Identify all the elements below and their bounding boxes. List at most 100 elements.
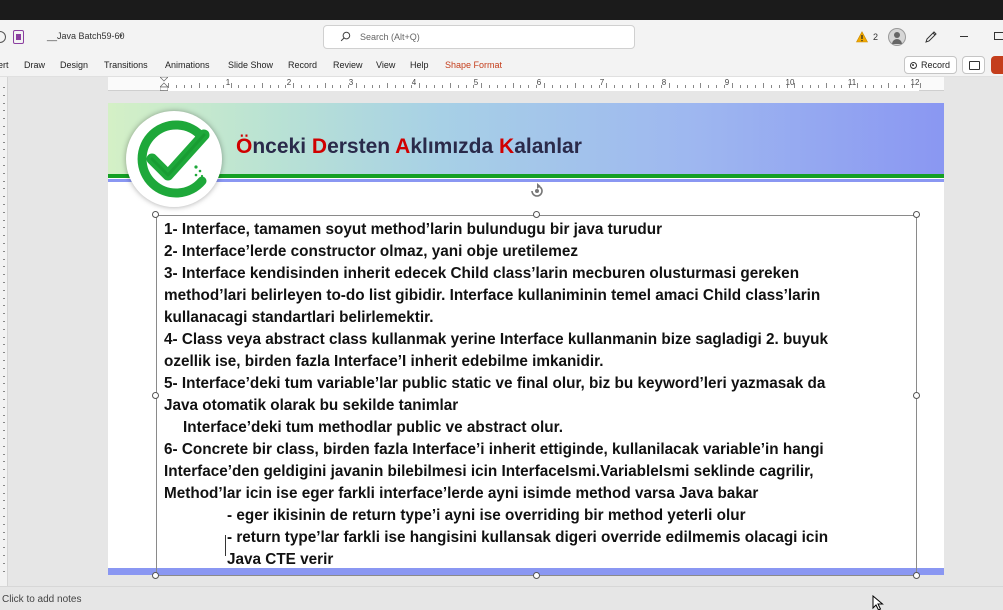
vertical-ruler-tick (3, 282, 5, 283)
vertical-ruler-tick (3, 367, 5, 369)
vertical-ruler-tick (3, 562, 5, 564)
warning-icon[interactable] (856, 31, 868, 43)
ruler-tick (802, 85, 804, 88)
slide-title[interactable]: Önceki Dersten Aklımızda Kalanlar (236, 135, 582, 159)
resize-handle[interactable] (913, 572, 920, 579)
ruler-tick (442, 85, 444, 88)
ruler-number: 7 (599, 78, 605, 87)
ruler-tick (700, 83, 702, 88)
resize-handle[interactable] (152, 572, 159, 579)
resize-handle[interactable] (532, 572, 540, 579)
minimize-button[interactable] (960, 36, 968, 37)
vertical-ruler-tick (3, 172, 5, 174)
tab-design[interactable]: Design (60, 60, 88, 70)
warning-count: 2 (873, 32, 879, 42)
pen-icon[interactable] (924, 30, 938, 44)
body-text-line: - return type’lar farkli ise hangisini k… (227, 529, 829, 546)
vertical-ruler-tick (3, 227, 5, 229)
body-text-line: 4- Class veya abstract class kullanmak y… (164, 331, 829, 348)
ruler-number: 5 (473, 78, 479, 87)
tab-draw[interactable]: Draw (24, 60, 45, 70)
ruler-tick (355, 83, 357, 88)
tab-slide-show[interactable]: Slide Show (228, 60, 273, 70)
search-icon (340, 31, 351, 42)
ruler-tick (614, 85, 616, 88)
ruler-number: 9 (724, 78, 730, 87)
tab-review[interactable]: Review (333, 60, 363, 70)
vertical-ruler-tick (3, 274, 5, 276)
ruler-tick (402, 85, 404, 88)
document-filename[interactable]: __Java Batch59-60 (47, 31, 125, 41)
tab-transitions[interactable]: Transitions (104, 60, 148, 70)
tab-record[interactable]: Record (288, 60, 317, 70)
vertical-ruler-tick (3, 383, 5, 385)
comments-button[interactable] (962, 56, 985, 74)
resize-handle[interactable] (152, 391, 159, 399)
share-button[interactable] (991, 56, 1003, 74)
autosave-icon[interactable] (0, 31, 6, 43)
vertical-ruler-tick (3, 445, 5, 447)
ruler-tick (332, 85, 334, 88)
tab-animations[interactable]: Animations (165, 60, 210, 70)
vertical-ruler (0, 77, 8, 586)
vertical-ruler-tick (3, 516, 5, 517)
ruler-tick (277, 85, 279, 88)
ruler-tick (496, 85, 498, 88)
notes-bar[interactable]: Click to add notes (0, 586, 1003, 610)
tab-shape-format[interactable]: Shape Format (445, 60, 502, 70)
maximize-button[interactable] (994, 32, 1003, 40)
vertical-ruler-tick (3, 438, 5, 439)
resize-handle[interactable] (532, 211, 540, 218)
body-text-line: 5- Interface’deki tum variable’lar publi… (164, 375, 826, 392)
ruler-number: 4 (411, 78, 417, 87)
body-text-line: Interface’den geldigini javanin bilebilm… (164, 463, 814, 480)
vertical-ruler-tick (3, 492, 5, 494)
slide-canvas[interactable]: Önceki Dersten Aklımızda Kalanlar 1- Int… (108, 103, 944, 575)
search-input[interactable]: Search (Alt+Q) (323, 25, 635, 49)
tab-view[interactable]: View (376, 60, 395, 70)
ruler-tick (293, 83, 295, 88)
ruler-tick (864, 85, 866, 88)
body-text-line: Interface’deki tum methodlar public ve a… (183, 419, 563, 436)
vertical-ruler-tick (3, 110, 5, 112)
ruler-number: 1 (225, 78, 231, 87)
vertical-ruler-tick (3, 336, 5, 338)
ruler-tick (269, 85, 271, 88)
ruler-active-area (164, 77, 919, 91)
record-button[interactable]: Record (904, 56, 957, 74)
chevron-down-icon[interactable]: ▾ (119, 32, 123, 40)
user-avatar[interactable] (888, 28, 906, 46)
resize-handle[interactable] (913, 211, 920, 218)
top-system-strip (0, 0, 1003, 20)
mouse-pointer-icon (872, 595, 884, 610)
title-part: nceki (252, 135, 312, 158)
vertical-ruler-tick (3, 211, 5, 213)
tab-insert[interactable]: ert (0, 60, 9, 70)
resize-handle[interactable] (913, 391, 920, 399)
ruler-tick (739, 85, 741, 88)
ruler-tick (301, 85, 303, 88)
vertical-ruler-tick (3, 297, 5, 299)
vertical-ruler-tick (3, 157, 5, 159)
vertical-ruler-tick (3, 102, 5, 104)
ruler-tick (418, 83, 420, 88)
horizontal-ruler: 1123456789101112 (108, 77, 944, 91)
ruler-tick (371, 85, 373, 88)
ruler-tick (857, 83, 859, 88)
indent-marker-icon[interactable] (160, 77, 168, 91)
resize-handle[interactable] (152, 211, 159, 218)
search-placeholder: Search (Alt+Q) (360, 32, 420, 42)
slide-body-text[interactable]: 1- Interface, tamamen soyut method’larin… (164, 219, 924, 571)
checkmark-icon (137, 120, 210, 198)
ruler-number: 11 (847, 78, 857, 87)
ruler-tick (567, 85, 569, 88)
tab-help[interactable]: Help (410, 60, 429, 70)
vertical-ruler-tick (3, 87, 5, 88)
notes-placeholder[interactable]: Click to add notes (2, 594, 82, 605)
ruler-tick (770, 85, 772, 88)
ruler-tick (872, 85, 874, 88)
title-part: D (311, 135, 328, 158)
ruler-number: 8 (661, 78, 667, 87)
ruler-tick (207, 85, 209, 88)
rotate-handle-icon[interactable] (529, 183, 545, 199)
